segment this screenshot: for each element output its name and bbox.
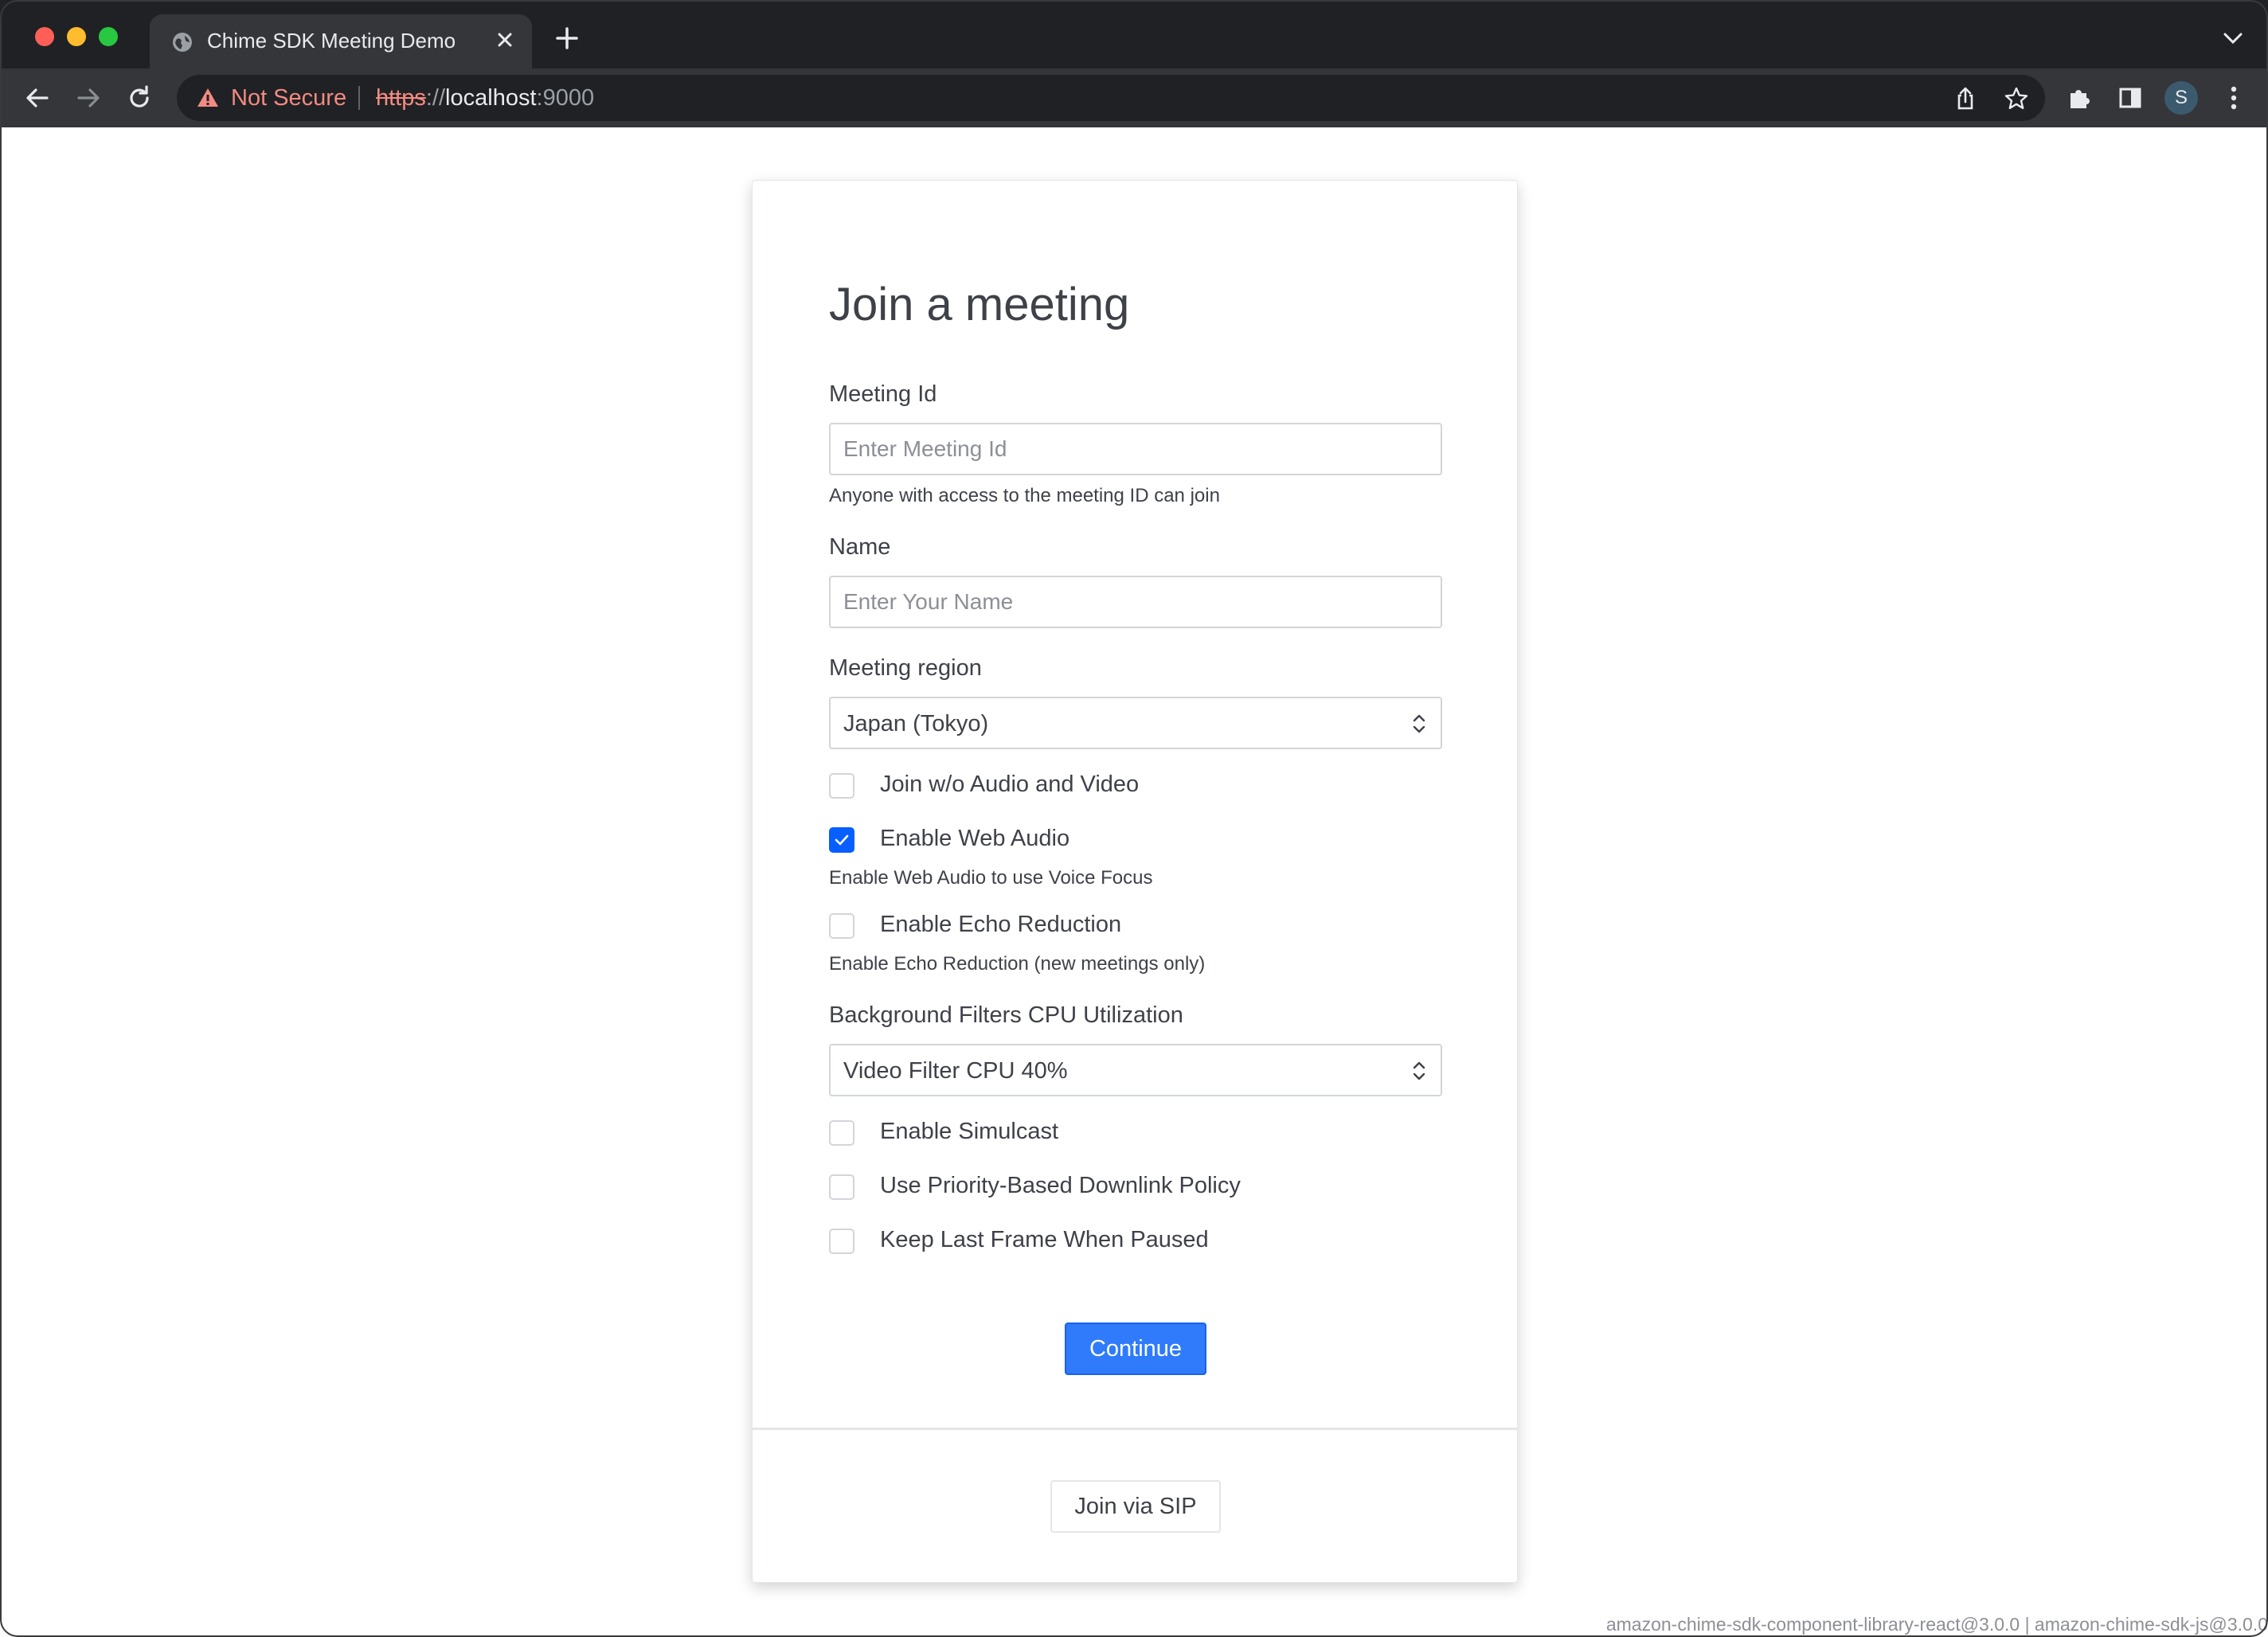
tab-title: Chime SDK Meeting Demo bbox=[207, 29, 456, 53]
web-audio-checkbox[interactable] bbox=[829, 827, 854, 853]
join-without-av-row: Join w/o Audio and Video bbox=[829, 772, 1442, 803]
tab-bar: Chime SDK Meeting Demo bbox=[0, 0, 2268, 68]
select-caret-icon bbox=[1410, 1058, 1428, 1084]
profile-avatar[interactable]: S bbox=[2164, 81, 2198, 115]
minimize-window-button[interactable] bbox=[67, 27, 86, 46]
priority-downlink-row: Use Priority-Based Downlink Policy bbox=[829, 1173, 1442, 1205]
meeting-id-hint: Anyone with access to the meeting ID can… bbox=[829, 485, 1220, 506]
address-bar[interactable]: Not Secure https://localhost:9000 bbox=[177, 75, 2045, 121]
reload-icon[interactable] bbox=[123, 81, 156, 115]
simulcast-label[interactable]: Enable Simulcast bbox=[880, 1119, 1058, 1145]
browser-toolbar: Not Secure https://localhost:9000 S bbox=[0, 68, 2268, 127]
priority-downlink-checkbox[interactable] bbox=[829, 1174, 854, 1200]
url-port: :9000 bbox=[536, 85, 595, 111]
card-divider bbox=[753, 1428, 1517, 1430]
more-menu-icon[interactable] bbox=[2217, 81, 2250, 115]
side-panel-icon[interactable] bbox=[2114, 81, 2147, 115]
meeting-region-value: Japan (Tokyo) bbox=[843, 711, 989, 736]
background-filters-label: Background Filters CPU Utilization bbox=[829, 1002, 1183, 1028]
background-filters-value: Video Filter CPU 40% bbox=[843, 1058, 1068, 1084]
background-filters-select[interactable]: Video Filter CPU 40% bbox=[829, 1044, 1442, 1096]
page-title: Join a meeting bbox=[829, 279, 1130, 330]
join-meeting-card: Join a meeting Meeting Id Anyone with ac… bbox=[752, 180, 1518, 1583]
address-divider bbox=[358, 86, 360, 110]
web-audio-hint: Enable Web Audio to use Voice Focus bbox=[829, 867, 1153, 889]
globe-icon bbox=[172, 32, 193, 53]
new-tab-icon[interactable] bbox=[554, 25, 580, 51]
url-text[interactable]: https://localhost:9000 bbox=[376, 85, 594, 111]
back-arrow-icon[interactable] bbox=[21, 81, 54, 115]
warning-icon[interactable] bbox=[196, 86, 220, 110]
echo-reduction-hint: Enable Echo Reduction (new meetings only… bbox=[829, 953, 1206, 975]
url-scheme: https bbox=[376, 85, 426, 111]
web-audio-row: Enable Web Audio bbox=[829, 826, 1442, 858]
meeting-region-label: Meeting region bbox=[829, 655, 982, 681]
keep-last-frame-checkbox[interactable] bbox=[829, 1229, 854, 1254]
bookmark-star-icon[interactable] bbox=[2004, 86, 2029, 111]
keep-last-frame-label[interactable]: Keep Last Frame When Paused bbox=[880, 1227, 1209, 1253]
echo-reduction-label[interactable]: Enable Echo Reduction bbox=[880, 912, 1121, 938]
select-caret-icon bbox=[1410, 711, 1428, 736]
meeting-id-input[interactable] bbox=[829, 423, 1442, 475]
url-host: localhost bbox=[445, 85, 537, 111]
join-without-av-checkbox[interactable] bbox=[829, 773, 854, 799]
url-separator: :// bbox=[425, 85, 446, 111]
name-input[interactable] bbox=[829, 576, 1442, 628]
meeting-region-select[interactable]: Japan (Tokyo) bbox=[829, 697, 1442, 749]
join-without-av-label[interactable]: Join w/o Audio and Video bbox=[880, 772, 1139, 798]
name-label: Name bbox=[829, 534, 891, 560]
continue-button[interactable]: Continue bbox=[1065, 1322, 1206, 1375]
close-window-button[interactable] bbox=[35, 27, 54, 46]
web-audio-label[interactable]: Enable Web Audio bbox=[880, 826, 1069, 852]
forward-arrow-icon[interactable] bbox=[72, 81, 105, 115]
echo-reduction-checkbox[interactable] bbox=[829, 913, 854, 939]
simulcast-checkbox[interactable] bbox=[829, 1120, 854, 1146]
meeting-id-label: Meeting Id bbox=[829, 381, 937, 407]
not-secure-label[interactable]: Not Secure bbox=[231, 85, 346, 111]
join-via-sip-button[interactable]: Join via SIP bbox=[1050, 1480, 1221, 1533]
extensions-puzzle-icon[interactable] bbox=[2063, 81, 2096, 115]
keep-last-frame-row: Keep Last Frame When Paused bbox=[829, 1227, 1442, 1259]
checkmark-icon bbox=[835, 834, 849, 846]
chevron-down-icon[interactable] bbox=[2222, 30, 2244, 46]
zoom-window-button[interactable] bbox=[99, 27, 118, 46]
simulcast-row: Enable Simulcast bbox=[829, 1119, 1442, 1151]
priority-downlink-label[interactable]: Use Priority-Based Downlink Policy bbox=[880, 1173, 1241, 1199]
browser-tab[interactable]: Chime SDK Meeting Demo bbox=[150, 14, 532, 68]
echo-reduction-row: Enable Echo Reduction bbox=[829, 912, 1442, 944]
version-footer: amazon-chime-sdk-component-library-react… bbox=[1605, 1614, 2268, 1635]
close-tab-icon[interactable] bbox=[492, 27, 518, 53]
share-icon[interactable] bbox=[1953, 86, 1978, 111]
